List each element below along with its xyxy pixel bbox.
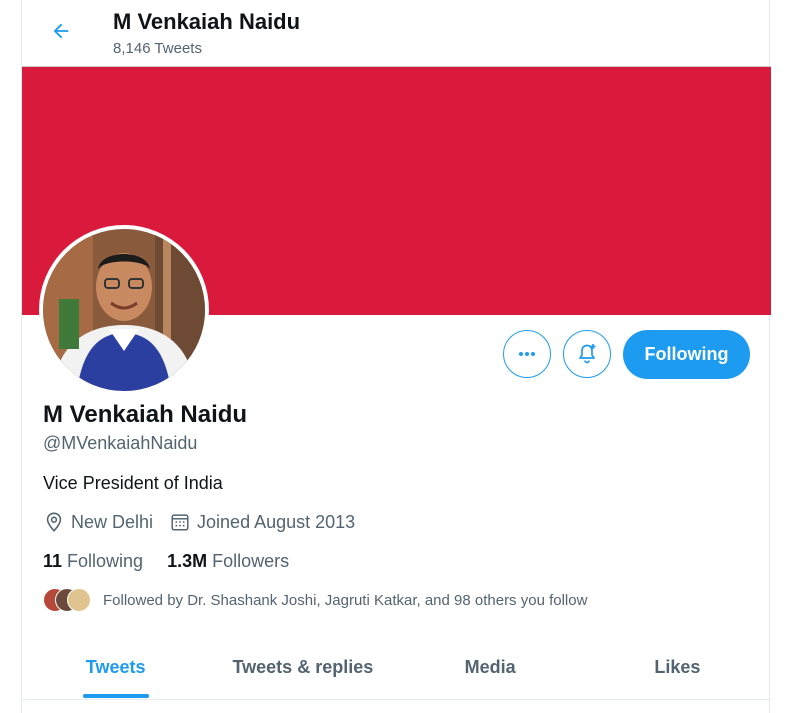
profile-meta: New Delhi Joined August 2013: [43, 511, 371, 533]
tab-tweets-replies[interactable]: Tweets & replies: [209, 634, 396, 700]
following-count: 11: [43, 551, 63, 571]
followed-by-text: Followed by Dr. Shashank Joshi, Jagruti …: [103, 591, 588, 609]
followed-by[interactable]: Followed by Dr. Shashank Joshi, Jagruti …: [43, 588, 587, 612]
followers-label: Followers: [212, 551, 290, 571]
tab-label: Tweets & replies: [232, 656, 374, 677]
location-text: New Delhi: [71, 511, 154, 532]
profile-column: M Venkaiah Naidu 8,146 Tweets Following …: [21, 0, 771, 713]
more-button[interactable]: [503, 330, 551, 378]
active-tab-indicator: [82, 694, 149, 698]
tab-tweets[interactable]: Tweets: [22, 634, 209, 700]
followers-count: 1.3M: [167, 551, 208, 571]
tab-likes[interactable]: Likes: [584, 634, 771, 700]
header-title: M Venkaiah Naidu: [113, 9, 301, 34]
tweet-count: 8,146 Tweets: [113, 40, 202, 57]
profile-bio: Vice President of India: [43, 473, 223, 493]
tab-label: Tweets: [85, 656, 146, 677]
following-button[interactable]: Following: [623, 330, 750, 379]
more-icon: [519, 352, 535, 356]
following-stat[interactable]: 11 Following: [43, 551, 143, 572]
mutual-follower-avatars: [43, 588, 95, 612]
profile-tabs: Tweets Tweets & replies Media Likes: [22, 634, 771, 700]
back-button[interactable]: [48, 18, 74, 44]
followers-stat[interactable]: 1.3M Followers: [167, 551, 289, 572]
arrow-left-icon: [53, 23, 69, 39]
profile-avatar[interactable]: [39, 225, 209, 395]
mutual-avatar: [67, 588, 91, 612]
avatar-photo: [43, 229, 205, 391]
notification-bell-icon: [579, 344, 596, 364]
notifications-button[interactable]: [563, 330, 611, 378]
join-date: Joined August 2013: [169, 511, 355, 533]
calendar-icon: [171, 514, 189, 531]
tabs-divider: [22, 699, 771, 700]
profile-stats: 11 Following 1.3M Followers: [43, 551, 313, 572]
tab-media[interactable]: Media: [397, 634, 584, 700]
join-date-text: Joined August 2013: [197, 511, 356, 532]
location: New Delhi: [43, 511, 153, 533]
location-pin-icon: [46, 512, 62, 532]
profile-header: M Venkaiah Naidu 8,146 Tweets: [22, 0, 771, 66]
profile-handle: @MVenkaiahNaidu: [43, 433, 198, 453]
profile-name: M Venkaiah Naidu: [43, 401, 248, 428]
tab-label: Likes: [654, 656, 701, 677]
following-label: Following: [67, 551, 144, 571]
tab-label: Media: [464, 656, 516, 677]
